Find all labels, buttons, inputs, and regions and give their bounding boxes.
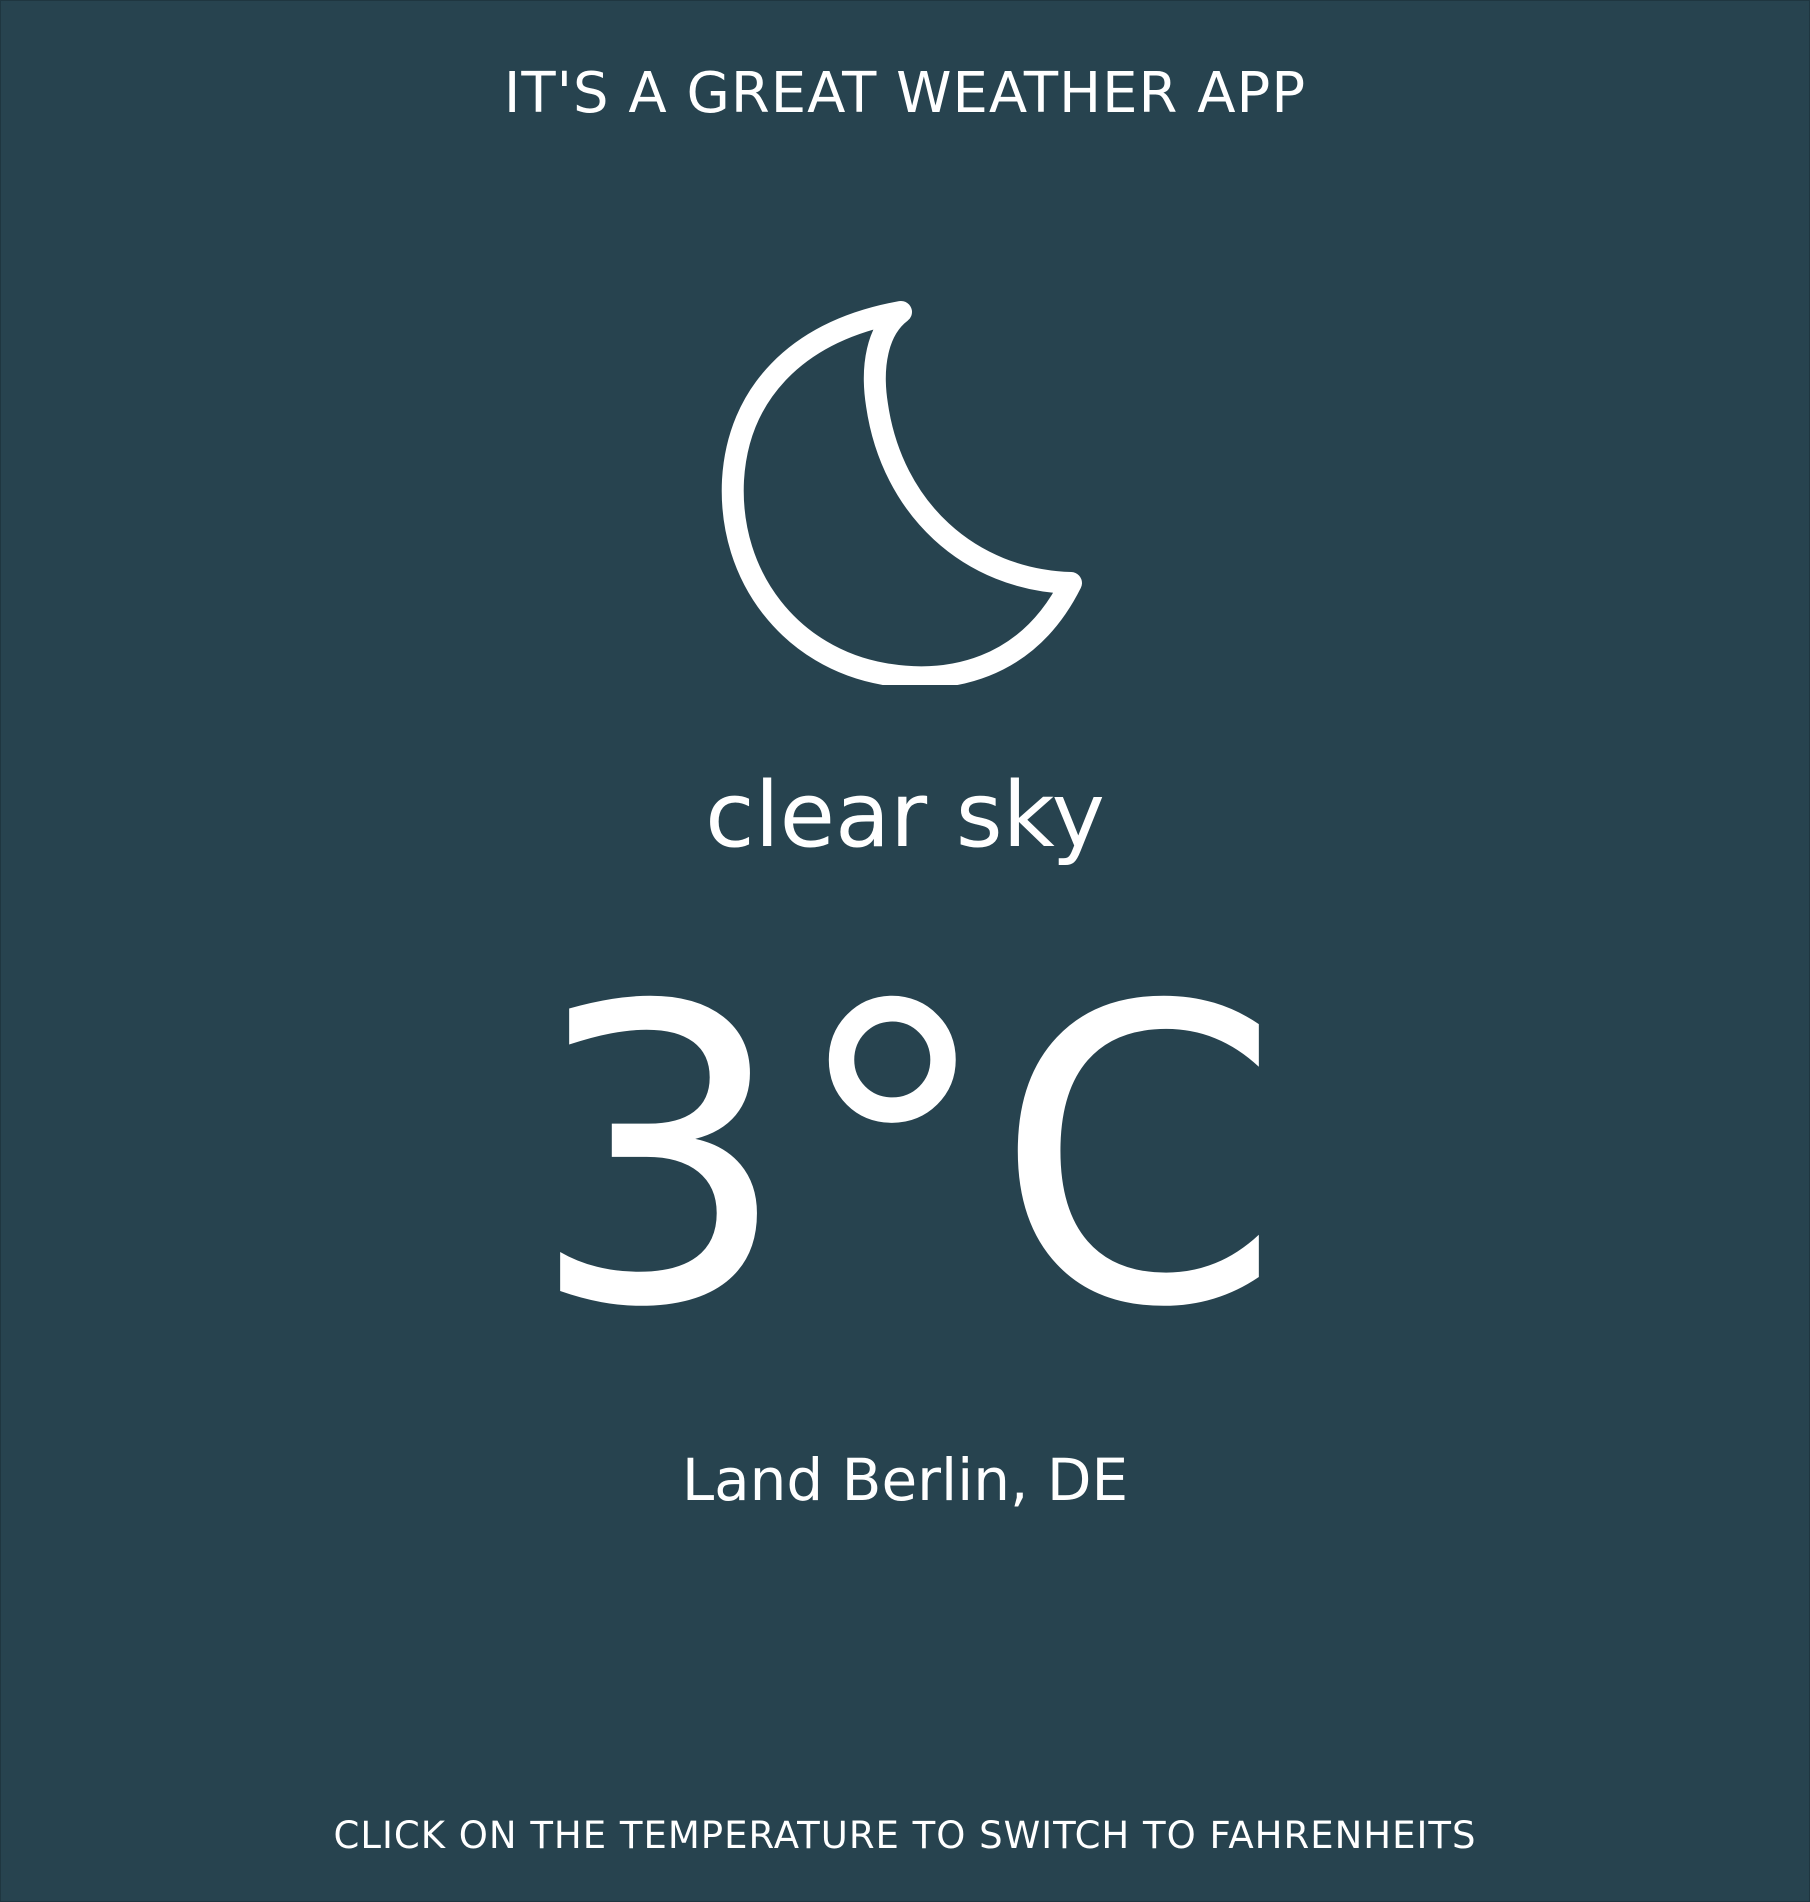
weather-condition: clear sky <box>705 763 1105 868</box>
temperature-toggle[interactable]: 3°C <box>1 943 1809 1373</box>
weather-app-screen: IT'S A GREAT WEATHER APP clear sky 3°C L… <box>0 0 1810 1902</box>
app-title: IT'S A GREAT WEATHER APP <box>503 61 1307 126</box>
unit-switch-hint: CLICK ON THE TEMPERATURE TO SWITCH TO FA… <box>333 1814 1477 1857</box>
moon-icon <box>711 283 1107 685</box>
location-label: Land Berlin, DE <box>681 1446 1129 1514</box>
